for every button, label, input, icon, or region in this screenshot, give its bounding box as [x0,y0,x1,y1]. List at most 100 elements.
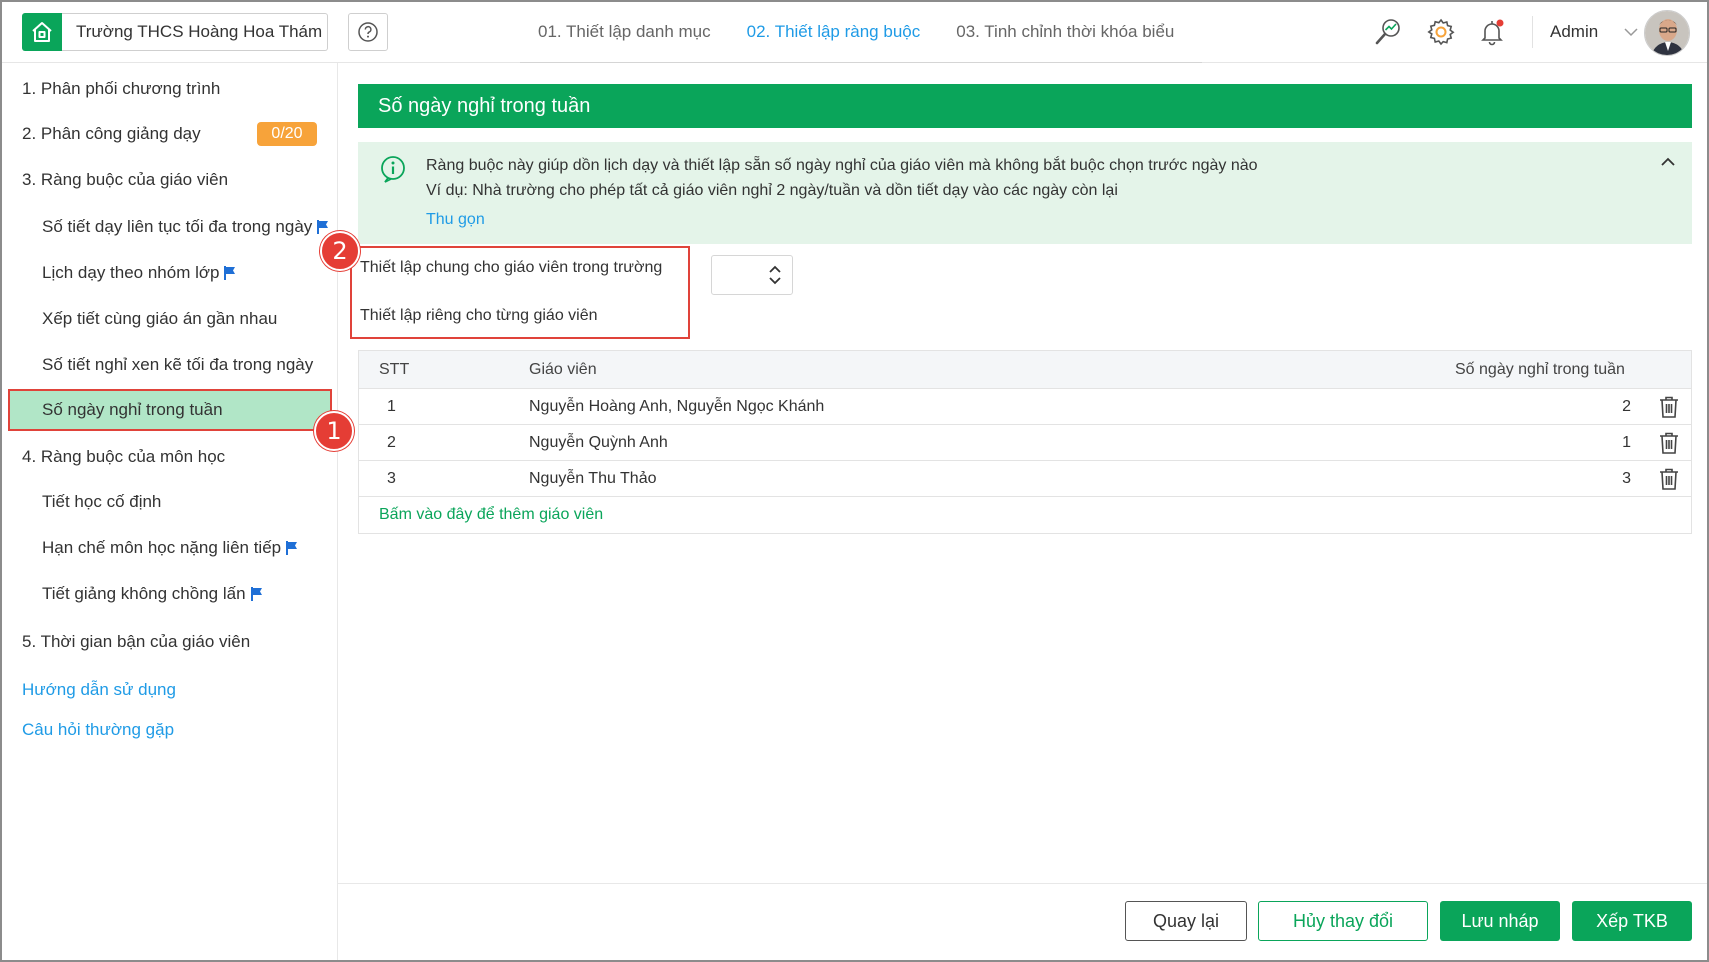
sidebar-item-label: 4. Ràng buộc của môn học [22,447,226,466]
sidebar-item-limit-heavy-subjects[interactable]: Hạn chế môn học nặng liên tiếp [0,527,330,569]
tab-label: 02. Thiết lập ràng buộc [746,21,921,41]
sidebar-item-max-consecutive-periods[interactable]: Số tiết dạy liên tục tối đa trong ngày [0,206,330,248]
school-name: Trường THCS Hoàng Hoa Thám [76,22,323,41]
sidebar-item-label: Lịch dạy theo nhóm lớp [42,263,220,282]
row-teacher: Nguyễn Hoàng Anh, Nguyễn Ngọc Khánh [529,397,825,415]
row-stt: 2 [387,433,396,451]
tab-fine-tune-timetable[interactable]: 03. Tinh chỉnh thời khóa biểu [938,0,1192,63]
sidebar-item-label: Số tiết dạy liên tục tối đa trong ngày [42,217,313,236]
days-off-stepper[interactable] [711,255,793,295]
main-content: Số ngày nghỉ trong tuần Ràng buộc này gi… [338,63,1709,962]
tab-label: 03. Tinh chỉnh thời khóa biểu [956,21,1175,41]
gear-icon [1427,18,1455,46]
step-marker-1: 1 [314,411,354,451]
faq-link[interactable]: Câu hỏi thường gặp [22,720,174,740]
table-header: STT Giáo viên Số ngày nghỉ trong tuần [359,351,1691,389]
settings-button[interactable] [1421,12,1461,52]
collapse-link[interactable]: Thu gọn [426,211,485,229]
question-circle-icon [358,22,378,42]
info-panel: Ràng buộc này giúp dồn lịch dạy và thiết… [358,142,1692,244]
sidebar-item-days-off-per-week[interactable]: Số ngày nghỉ trong tuần [8,389,332,431]
sidebar-item-teaching-assignment[interactable]: 2. Phân công giảng dạy 0/20 [0,113,330,155]
sidebar: 1. Phân phối chương trình 2. Phân công g… [0,63,338,962]
row-stt: 1 [387,397,396,415]
row-teacher: Nguyễn Quỳnh Anh [529,433,668,451]
info-description: Ràng buộc này giúp dồn lịch dạy và thiết… [426,157,1258,174]
trash-icon [1660,396,1678,418]
home-button[interactable] [22,13,62,51]
trash-icon [1660,432,1678,454]
table-footer: Bấm vào đây để thêm giáo viên [359,497,1691,533]
page-title-text: Số ngày nghỉ trong tuần [378,94,591,117]
row-teacher: Nguyễn Thu Thảo [529,469,657,487]
sidebar-item-label: Số ngày nghỉ trong tuần [42,400,223,419]
sidebar-item-fixed-periods[interactable]: Tiết học cố định [0,481,330,523]
top-header: Trường THCS Hoàng Hoa Thám 01. Thiết lập… [0,0,1709,64]
step-tabs: 01. Thiết lập danh mục 02. Thiết lập ràn… [520,0,1192,64]
flag-icon [316,219,330,235]
search-chart-icon [1375,19,1400,45]
sidebar-item-group-lesson-plan[interactable]: Xếp tiết cùng giáo án gần nhau [0,298,330,340]
setting-mode-options: Thiết lập chung cho giáo viên trong trườ… [350,246,690,339]
sidebar-item-label: 3. Ràng buộc của giáo viên [22,170,229,189]
user-name: Admin [1550,21,1599,41]
analytics-button[interactable] [1368,12,1408,52]
option-school-wide[interactable]: Thiết lập chung cho giáo viên trong trườ… [360,259,662,277]
action-footer: Quay lại Hủy thay đổi Lưu nháp Xếp TKB [338,883,1709,962]
user-avatar-icon [1645,11,1689,55]
flag-icon [223,265,237,281]
back-button[interactable]: Quay lại [1125,901,1247,941]
delete-row-button[interactable] [1659,425,1679,460]
page-title: Số ngày nghỉ trong tuần [358,84,1692,128]
tab-setup-catalog[interactable]: 01. Thiết lập danh mục [520,0,729,63]
sidebar-item-teacher-busy-time[interactable]: 5. Thời gian bận của giáo viên [0,621,330,663]
sidebar-item-label: Số tiết nghỉ xen kẽ tối đa trong ngày [42,355,314,374]
home-icon [32,22,52,42]
row-stt: 3 [387,469,396,487]
sidebar-item-label: Tiết giảng không chồng lấn [42,584,246,603]
row-days-off: 2 [1622,397,1631,415]
sidebar-item-label: Tiết học cố định [42,492,162,511]
teacher-days-off-table: STT Giáo viên Số ngày nghỉ trong tuần 1 … [358,350,1692,534]
sidebar-item-program-distribution[interactable]: 1. Phân phối chương trình [0,68,330,110]
tab-setup-constraints[interactable]: 02. Thiết lập ràng buộc [728,0,939,64]
chevron-up-icon[interactable] [1660,156,1676,168]
table-row[interactable]: 2 Nguyễn Quỳnh Anh 1 [359,425,1691,461]
up-down-arrows-icon [769,265,781,285]
row-days-off: 1 [1622,433,1631,451]
row-days-off: 3 [1622,469,1631,487]
table-row[interactable]: 1 Nguyễn Hoàng Anh, Nguyễn Ngọc Khánh 2 [359,389,1691,425]
cancel-changes-button[interactable]: Hủy thay đổi [1258,901,1428,941]
flag-icon [285,540,299,556]
header-separator [1532,16,1533,48]
sidebar-item-non-overlapping-periods[interactable]: Tiết giảng không chồng lấn [0,573,330,615]
delete-row-button[interactable] [1659,389,1679,424]
avatar[interactable] [1644,10,1690,56]
header-teacher: Giáo viên [529,360,597,378]
sidebar-item-label: Xếp tiết cùng giáo án gần nhau [42,309,278,328]
help-button[interactable] [348,13,388,51]
user-guide-link[interactable]: Hướng dẫn sử dụng [22,680,176,700]
table-row[interactable]: 3 Nguyễn Thu Thảo 3 [359,461,1691,497]
delete-row-button[interactable] [1659,461,1679,496]
sidebar-item-max-gap-periods[interactable]: Số tiết nghỉ xen kẽ tối đa trong ngày [0,344,330,386]
school-selector[interactable]: Trường THCS Hoàng Hoa Thám [62,13,328,51]
trash-icon [1660,468,1678,490]
build-timetable-button[interactable]: Xếp TKB [1572,901,1692,941]
notification-button[interactable] [1472,12,1512,52]
save-draft-button[interactable]: Lưu nháp [1440,901,1560,941]
sidebar-item-label: 5. Thời gian bận của giáo viên [22,632,251,651]
step-marker-2: 2 [320,231,360,271]
info-icon [381,156,405,183]
sidebar-item-subject-constraints[interactable]: 4. Ràng buộc của môn học [0,436,330,478]
sidebar-item-label: 1. Phân phối chương trình [22,79,221,98]
sidebar-item-class-group-schedule[interactable]: Lịch dạy theo nhóm lớp [0,252,330,294]
add-teacher-link[interactable]: Bấm vào đây để thêm giáo viên [379,497,603,533]
header-days-off: Số ngày nghỉ trong tuần [1455,360,1625,378]
header-stt: STT [379,360,410,378]
assignment-count-badge: 0/20 [257,122,317,146]
sidebar-item-teacher-constraints[interactable]: 3. Ràng buộc của giáo viên [0,159,330,201]
option-per-teacher[interactable]: Thiết lập riêng cho từng giáo viên [360,307,598,325]
user-menu[interactable]: Admin [1550,0,1638,63]
tab-label: 01. Thiết lập danh mục [538,21,711,41]
